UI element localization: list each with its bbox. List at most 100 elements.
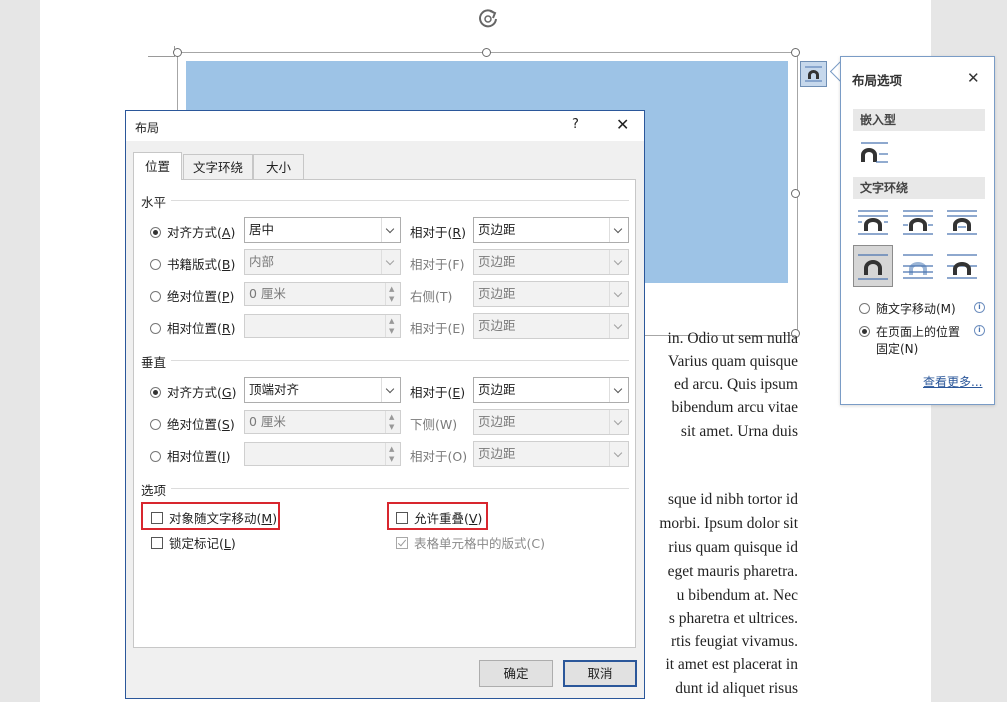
checkbox-table-cell-layout[interactable]: 表格单元格中的版式(C) [396, 533, 545, 552]
chevron-down-icon[interactable] [609, 378, 628, 402]
chevron-down-icon[interactable] [609, 314, 628, 338]
wrap-top-bottom-icon[interactable] [853, 245, 893, 287]
radio-v-absolute[interactable]: 绝对位置(S) [150, 414, 235, 433]
resize-handle-top-right[interactable] [791, 48, 800, 57]
radio-v-absolute-label: 绝对位置( [167, 417, 222, 432]
see-more-link[interactable]: 查看更多... [923, 373, 982, 390]
ok-button[interactable]: 确定 [479, 660, 553, 687]
info-icon[interactable]: i [974, 302, 985, 313]
radio-book-layout[interactable]: 书籍版式(B) [150, 254, 235, 273]
radio-h-alignment-dot[interactable] [150, 227, 161, 238]
section-divider [171, 488, 629, 489]
radio-book-layout-dot[interactable] [150, 259, 161, 270]
h-relative-to-label: 相对于(E) [410, 321, 466, 336]
chevron-down-icon[interactable] [381, 218, 400, 242]
h-relative-to-select[interactable]: 页边距 [473, 313, 629, 339]
close-icon[interactable]: ✕ [967, 69, 980, 87]
resize-handle-top-center[interactable] [482, 48, 491, 57]
v-relative-to-select[interactable]: 页边距 [473, 441, 629, 467]
radio-move-with-text-dot[interactable] [859, 303, 870, 314]
book-layout-select[interactable]: 内部 [244, 249, 401, 275]
chevron-down-icon[interactable] [609, 410, 628, 434]
h-absolute-value: 0 厘米 [249, 286, 286, 301]
radio-h-alignment[interactable]: 对齐方式(A) [150, 222, 235, 241]
radio-fix-position-dot[interactable] [859, 326, 870, 337]
radio-fix-position[interactable]: 在页面上的位置 固定(N) [859, 323, 960, 357]
accel-key: P [221, 289, 230, 304]
h-align-relative-select[interactable]: 页边距 [473, 217, 629, 243]
spinner-arrows-icon[interactable]: ▲ ▼ [385, 411, 400, 433]
radio-fix-position-label-1: 在页面上的位置 [876, 325, 961, 339]
chevron-down-icon[interactable] [609, 442, 628, 466]
h-absolute-spinner[interactable]: 0 厘米 ▲ ▼ [244, 282, 401, 306]
wrap-tight-icon[interactable] [900, 204, 936, 240]
spinner-arrows-icon[interactable]: ▲ ▼ [385, 315, 400, 337]
v-align-relative-select[interactable]: 页边距 [473, 377, 629, 403]
radio-h-absolute-dot[interactable] [150, 291, 161, 302]
resize-handle-middle-right[interactable] [791, 189, 800, 198]
wrap-in-front-icon[interactable] [944, 248, 980, 284]
below-select[interactable]: 页边距 [473, 409, 629, 435]
chevron-down-icon[interactable] [609, 282, 628, 306]
right-of-value: 页边距 [478, 286, 516, 301]
right-of-label: 右侧(T) [410, 289, 453, 304]
h-alignment-select[interactable]: 居中 [244, 217, 401, 243]
accel-key: R [221, 321, 231, 336]
below-value: 页边距 [478, 414, 516, 429]
radio-v-alignment[interactable]: 对齐方式(G) [150, 382, 236, 401]
radio-h-relative[interactable]: 相对位置(R) [150, 318, 235, 337]
help-icon[interactable]: ? [572, 117, 579, 132]
resize-handle-top-left[interactable] [173, 48, 182, 57]
right-of-select[interactable]: 页边距 [473, 281, 629, 307]
document-text-line: bibendum arcu vitae [671, 399, 798, 416]
tab-size[interactable]: 大小 [253, 154, 304, 179]
radio-h-absolute[interactable]: 绝对位置(P) [150, 286, 234, 305]
h-relative-to-value: 页边距 [478, 318, 516, 333]
wrap-square-icon[interactable] [855, 204, 891, 240]
highlight-box [387, 502, 488, 530]
checkbox-lock-anchor-box[interactable] [151, 537, 163, 549]
h-relative-spinner[interactable]: ▲ ▼ [244, 314, 401, 338]
book-relative-select[interactable]: 页边距 [473, 249, 629, 275]
checkbox-table-cell-layout-box[interactable] [396, 537, 408, 549]
rotate-handle-icon[interactable] [475, 6, 501, 32]
layout-options-button[interactable] [800, 61, 827, 87]
close-icon[interactable]: ✕ [616, 115, 629, 134]
radio-h-relative-dot[interactable] [150, 323, 161, 334]
below-label: 下侧(W) [410, 417, 458, 432]
wrap-through-icon[interactable] [944, 204, 980, 240]
radio-v-alignment-dot[interactable] [150, 387, 161, 398]
layout-options-panel: 布局选项 ✕ 嵌入型 文字环绕 随文字移动(M) i 在页面上的位置 固定(N)… [840, 56, 995, 405]
document-text-line: sit amet. Urna duis [680, 423, 798, 440]
v-absolute-spinner[interactable]: 0 厘米 ▲ ▼ [244, 410, 401, 434]
info-icon[interactable]: i [974, 325, 985, 336]
book-relative-label: 相对于(F) [410, 257, 465, 272]
accel-key: G [221, 385, 232, 400]
radio-v-relative[interactable]: 相对位置(I) [150, 446, 230, 465]
section-divider [171, 360, 629, 361]
canvas: { "document": { "body_lines": [ "in. Odi… [0, 0, 1007, 702]
v-alignment-select[interactable]: 顶端对齐 [244, 377, 401, 403]
chevron-down-icon[interactable] [609, 250, 628, 274]
chevron-down-icon[interactable] [381, 378, 400, 402]
tab-position[interactable]: 位置 [133, 152, 182, 180]
radio-v-relative-dot[interactable] [150, 451, 161, 462]
spinner-arrows-icon[interactable]: ▲ ▼ [385, 443, 400, 465]
cancel-button[interactable]: 取消 [563, 660, 637, 687]
wrap-inline-icon[interactable] [855, 136, 891, 172]
radio-fix-position-label-2: 固定(N) [876, 342, 919, 356]
highlight-box [141, 502, 280, 530]
document-text-line: rtis feugiat vivamus. [671, 633, 798, 650]
spinner-arrows-icon[interactable]: ▲ ▼ [385, 283, 400, 305]
checkbox-lock-anchor[interactable]: 锁定标记(L) [151, 533, 236, 552]
v-relative-spinner[interactable]: ▲ ▼ [244, 442, 401, 466]
options-section-label: 选项 [141, 483, 167, 498]
dialog-titlebar: 布局 ? ✕ [126, 111, 644, 141]
chevron-down-icon[interactable] [381, 250, 400, 274]
chevron-down-icon[interactable] [609, 218, 628, 242]
document-text-line: u bibendum at. Nec [676, 587, 798, 604]
radio-move-with-text[interactable]: 随文字移动(M) [859, 300, 956, 317]
tab-text-wrapping[interactable]: 文字环绕 [183, 154, 253, 179]
wrap-behind-text-icon[interactable] [900, 248, 936, 284]
radio-v-absolute-dot[interactable] [150, 419, 161, 430]
